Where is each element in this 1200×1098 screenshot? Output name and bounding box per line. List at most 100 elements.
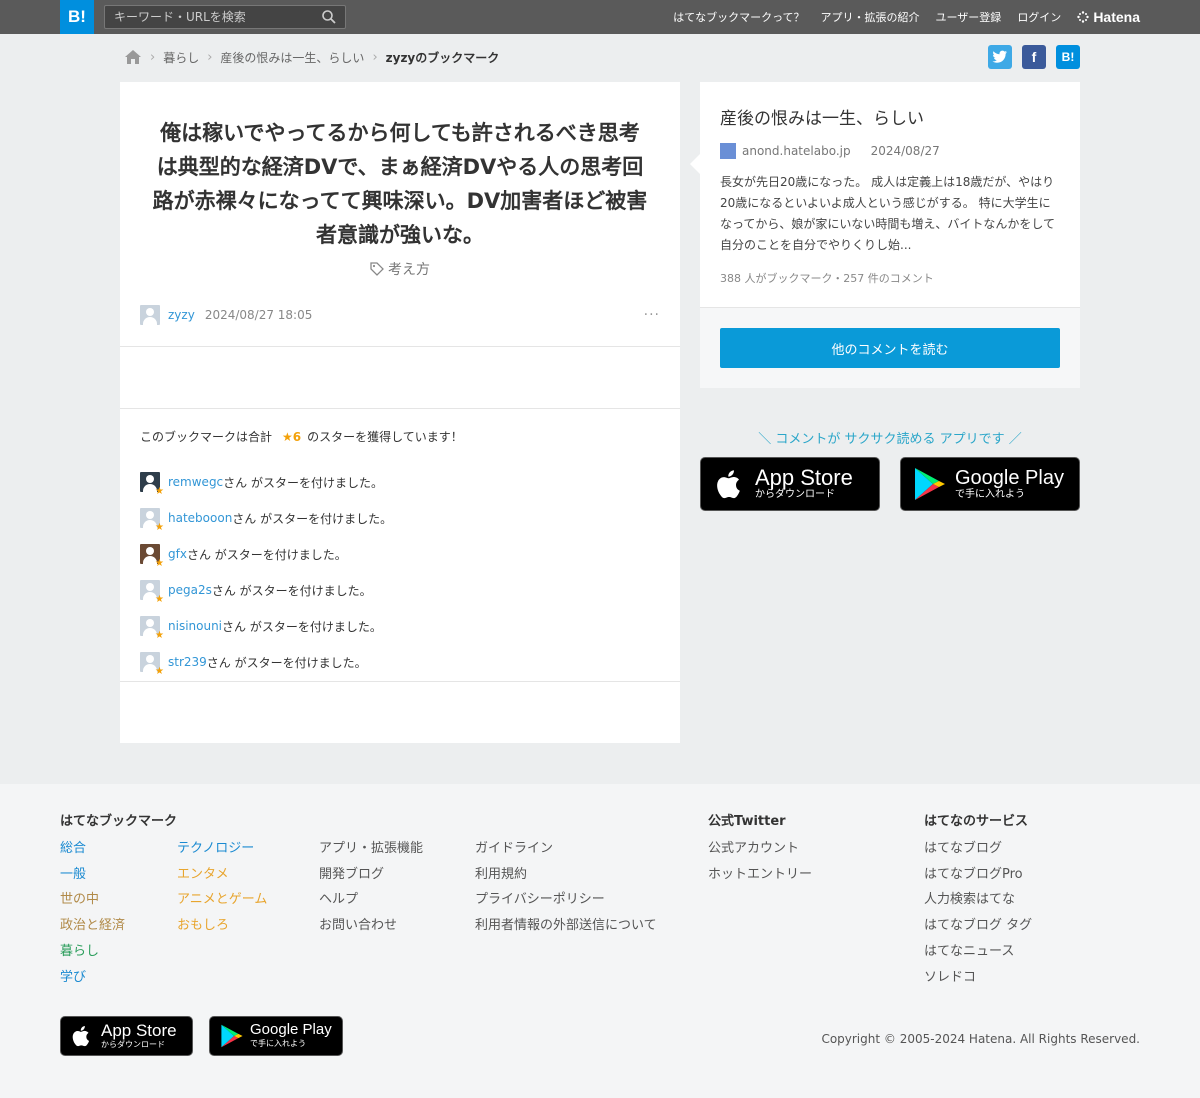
nav-register[interactable]: ユーザー登録 [936, 9, 1002, 25]
breadcrumb-entry[interactable]: 産後の恨みは一生、らしい [220, 49, 364, 66]
footer-app-store-sub: からダウンロード [101, 1039, 165, 1049]
google-play-button[interactable]: Google Play で手に入れよう [900, 457, 1080, 511]
footer-twitter-links: 公式アカウント ホットエントリー [708, 836, 812, 887]
star-icon: ★ [155, 666, 164, 677]
star-summary-prefix: このブックマークは合計 [140, 430, 273, 444]
footer-link-contact[interactable]: お問い合わせ [319, 913, 423, 939]
footer-link-help[interactable]: ヘルプ [319, 887, 423, 913]
bookmark-user[interactable]: zyzy [168, 308, 195, 322]
hatena-share-icon[interactable]: B! [1056, 45, 1080, 69]
divider [120, 408, 680, 409]
footer-link-external[interactable]: 利用者情報の外部送信について [475, 913, 657, 939]
footer-link-omoshiro[interactable]: おもしろ [177, 913, 267, 939]
footer-link-terms[interactable]: 利用規約 [475, 862, 657, 888]
star-user-name[interactable]: nisinouni [168, 619, 222, 633]
star-icon: ★ [155, 522, 164, 533]
bookmark-date[interactable]: 2024/08/27 18:05 [205, 308, 313, 322]
breadcrumb-category[interactable]: 暮らし [163, 49, 199, 66]
bookmark-tag[interactable]: 考え方 [120, 259, 680, 279]
star-action-text: さん がスターを付けました。 [222, 619, 382, 634]
footer-link-yononaka[interactable]: 世の中 [60, 887, 125, 913]
app-store-sub: からダウンロード [755, 489, 835, 500]
entry-domain[interactable]: anond.hatelabo.jp [742, 144, 851, 158]
footer-link-tech[interactable]: テクノロジー [177, 836, 267, 862]
entry-excerpt: 長女が先日20歳になった。 成人は定義上は18歳だが、やはり20歳になるといよい… [720, 175, 1056, 252]
footer-link-blogpro[interactable]: はてなブログPro [924, 862, 1032, 888]
footer-link-blogtag[interactable]: はてなブログ タグ [924, 913, 1032, 939]
entry-title[interactable]: 産後の恨みは一生、らしい [720, 104, 924, 129]
entry-counts[interactable]: 388 人がブックマーク・257 件のコメント [720, 270, 934, 286]
nav-apps[interactable]: アプリ・拡張の紹介 [821, 9, 920, 25]
star-row: ★ pega2s さん がスターを付けました。 [140, 572, 660, 608]
home-icon[interactable] [124, 49, 142, 65]
star-action-text: さん がスターを付けました。 [211, 583, 372, 598]
nav-login[interactable]: ログイン [1017, 9, 1061, 25]
star-user-avatar[interactable]: ★ [140, 580, 164, 605]
star-user-avatar[interactable]: ★ [140, 616, 164, 641]
divider [120, 681, 680, 682]
footer-link-blog[interactable]: はてなブログ [924, 836, 1032, 862]
entry-card: 産後の恨みは一生、らしい anond.hatelabo.jp 2024/08/2… [690, 82, 1080, 388]
footer-link-entame[interactable]: エンタメ [177, 862, 267, 888]
footer-services: はてなブログ はてなブログPro 人力検索はてな はてなブログ タグ はてなニュ… [924, 836, 1032, 990]
star-action-text: さん がスターを付けました。 [186, 547, 347, 562]
footer-link-anime[interactable]: アニメとゲーム [177, 887, 267, 913]
footer-link-ippan[interactable]: 一般 [60, 862, 125, 888]
search-input[interactable] [105, 6, 315, 28]
footer-categories-2: テクノロジー エンタメ アニメとゲーム おもしろ [177, 836, 267, 939]
star-user-name[interactable]: gfx [168, 547, 187, 561]
avatar[interactable] [140, 305, 160, 325]
star-user-avatar[interactable]: ★ [140, 652, 164, 677]
footer-link-official[interactable]: 公式アカウント [708, 836, 812, 862]
star-user-name[interactable]: str239 [168, 655, 207, 669]
breadcrumb-current: zyzyのブックマーク [385, 50, 500, 65]
footer-link-sogo[interactable]: 総合 [60, 836, 125, 862]
more-menu-icon[interactable]: ··· [644, 307, 660, 323]
footer-link-kurashi[interactable]: 暮らし [60, 939, 125, 965]
star-user-avatar[interactable]: ★ [140, 508, 164, 533]
footer-twitter-title: 公式Twitter [708, 814, 786, 829]
hatena-brand-link[interactable]: Hatena [1077, 9, 1140, 25]
footer-link-privacy[interactable]: プライバシーポリシー [475, 887, 657, 913]
footer-app-store-button[interactable]: App Store からダウンロード [60, 1016, 193, 1056]
footer-link-devblog[interactable]: 開発ブログ [319, 862, 423, 888]
google-play-sub: で手に入れよう [955, 489, 1025, 500]
footer-link-guideline[interactable]: ガイドライン [475, 836, 657, 862]
footer-link-jinriki[interactable]: 人力検索はてな [924, 887, 1032, 913]
footer-link-seiji[interactable]: 政治と経済 [60, 913, 125, 939]
app-store-button[interactable]: App Store からダウンロード [700, 457, 880, 511]
star-action-text: さん がスターを付けました。 [223, 475, 383, 490]
footer-link-manabi[interactable]: 学び [60, 965, 125, 991]
search-icon[interactable] [322, 10, 336, 24]
search-box[interactable] [104, 5, 346, 29]
star-summary: このブックマークは合計 ★6 のスターを獲得しています！ [140, 428, 463, 445]
footer-link-news[interactable]: はてなニュース [924, 939, 1032, 965]
breadcrumb: › 暮らし › 産後の恨みは一生、らしい › zyzyのブックマーク [124, 47, 499, 67]
star-user-avatar[interactable]: ★ [140, 472, 164, 497]
twitter-share-icon[interactable] [988, 45, 1012, 69]
nav-about[interactable]: はてなブックマークって？ [673, 9, 804, 25]
footer-google-play-button[interactable]: Google Play で手に入れよう [209, 1016, 343, 1056]
hatebu-logo[interactable]: B! [60, 0, 94, 34]
star-user-name[interactable]: remwegc [168, 475, 223, 489]
chevron-right-icon: › [150, 49, 156, 65]
footer-link-hotentry[interactable]: ホットエントリー [708, 862, 812, 888]
footer-link-apps[interactable]: アプリ・拡張機能 [319, 836, 423, 862]
star-action-text: さん がスターを付けました。 [232, 511, 393, 526]
star-icon: ★ [155, 486, 164, 497]
footer-links-3: アプリ・拡張機能 開発ブログ ヘルプ お問い合わせ [319, 836, 423, 939]
footer-link-soredoko[interactable]: ソレドコ [924, 965, 1032, 991]
divider [120, 346, 680, 347]
bookmark-comment: 俺は稼いでやってるから何しても許されるべき思考は典型的な経済DVで、まぁ経済DV… [152, 121, 648, 247]
star-user-name[interactable]: hatebooon [168, 511, 232, 525]
star-user-avatar[interactable]: ★ [140, 544, 164, 569]
read-comments-button[interactable]: 他のコメントを読む [720, 328, 1060, 368]
bookmark-card: 俺は稼いでやってるから何しても許されるべき思考は典型的な経済DVで、まぁ経済DV… [120, 82, 680, 743]
star-icon: ★ [155, 594, 164, 605]
star-summary-suffix: のスターを獲得しています！ [307, 430, 463, 444]
star-user-name[interactable]: pega2s [168, 583, 212, 597]
app-promo-text: ＼ コメントが サクサク読める アプリです ／ [758, 432, 1022, 447]
bookmark-meta: zyzy 2024/08/27 18:05 ··· [140, 304, 660, 326]
footer-links-4: ガイドライン 利用規約 プライバシーポリシー 利用者情報の外部送信について [475, 836, 657, 939]
facebook-share-icon[interactable]: f [1022, 45, 1046, 69]
